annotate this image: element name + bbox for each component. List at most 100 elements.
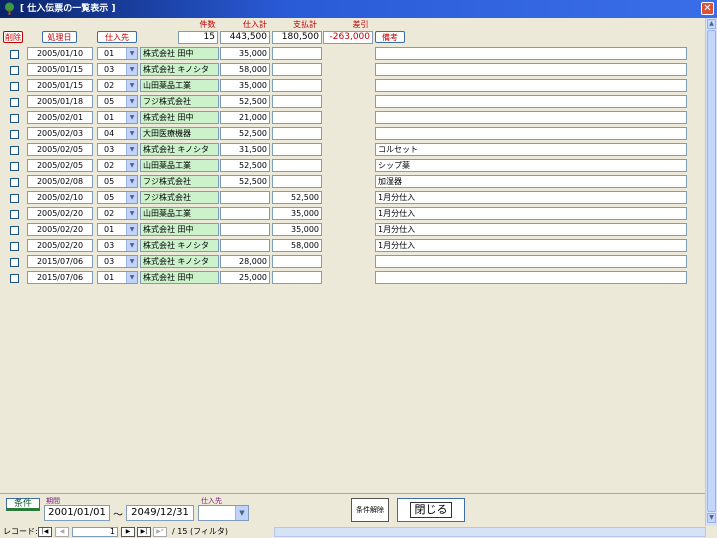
memo-field[interactable] — [375, 127, 687, 140]
memo-field[interactable] — [375, 63, 687, 76]
next-record-icon[interactable]: ▶ — [121, 527, 135, 537]
supplier-code-select[interactable]: 02 ▼ — [97, 159, 138, 172]
payment-amount-field[interactable]: 35,000 — [272, 223, 322, 236]
date-field[interactable]: 2005/02/05 — [27, 159, 93, 172]
purchase-amount-field[interactable]: 31,500 — [220, 143, 270, 156]
purchase-amount-field[interactable]: 58,000 — [220, 63, 270, 76]
scroll-up-icon[interactable]: ▲ — [707, 19, 716, 29]
supplier-code-select[interactable]: 02 ▼ — [97, 79, 138, 92]
date-field[interactable]: 2005/01/15 — [27, 79, 93, 92]
payment-amount-field[interactable] — [272, 127, 322, 140]
supplier-code-select[interactable]: 05 ▼ — [97, 175, 138, 188]
memo-field[interactable]: 1月分仕入 — [375, 239, 687, 252]
date-field[interactable]: 2015/07/06 — [27, 255, 93, 268]
supplier-code-select[interactable]: 01 ▼ — [97, 47, 138, 60]
chevron-down-icon[interactable]: ▼ — [126, 80, 137, 91]
close-window-button[interactable]: ✕ — [701, 2, 714, 15]
supplier-code-select[interactable]: 01 ▼ — [97, 271, 138, 284]
date-field[interactable]: 2005/02/20 — [27, 207, 93, 220]
date-field[interactable]: 2005/02/20 — [27, 223, 93, 236]
delete-checkbox[interactable] — [10, 274, 19, 283]
clear-filter-button[interactable]: 条件解除 — [351, 498, 389, 522]
delete-checkbox[interactable] — [10, 242, 19, 251]
chevron-down-icon[interactable]: ▼ — [126, 144, 137, 155]
vertical-scrollbar[interactable]: ▲ ▼ — [705, 18, 717, 526]
delete-checkbox[interactable] — [10, 258, 19, 267]
memo-field[interactable] — [375, 95, 687, 108]
payment-amount-field[interactable] — [272, 95, 322, 108]
purchase-amount-field[interactable]: 52,500 — [220, 95, 270, 108]
chevron-down-icon[interactable]: ▼ — [126, 192, 137, 203]
payment-amount-field[interactable] — [272, 143, 322, 156]
payment-amount-field[interactable] — [272, 63, 322, 76]
memo-field[interactable]: 1月分仕入 — [375, 223, 687, 236]
purchase-amount-field[interactable]: 52,500 — [220, 127, 270, 140]
purchase-amount-field[interactable] — [220, 223, 270, 236]
payment-amount-field[interactable] — [272, 79, 322, 92]
delete-checkbox[interactable] — [10, 146, 19, 155]
sort-date-button[interactable]: 処理日 — [42, 31, 77, 43]
scroll-thumb[interactable] — [707, 30, 716, 512]
delete-checkbox[interactable] — [10, 194, 19, 203]
supplier-code-select[interactable]: 05 ▼ — [97, 95, 138, 108]
scroll-down-icon[interactable]: ▼ — [707, 513, 716, 523]
purchase-amount-field[interactable]: 35,000 — [220, 79, 270, 92]
delete-checkbox[interactable] — [10, 162, 19, 171]
chevron-down-icon[interactable]: ▼ — [126, 96, 137, 107]
date-field[interactable]: 2005/02/10 — [27, 191, 93, 204]
chevron-down-icon[interactable]: ▼ — [126, 176, 137, 187]
purchase-amount-field[interactable]: 52,500 — [220, 159, 270, 172]
chevron-down-icon[interactable]: ▼ — [126, 224, 137, 235]
delete-checkbox[interactable] — [10, 98, 19, 107]
horizontal-scrollbar[interactable] — [274, 527, 706, 537]
sort-supplier-button[interactable]: 仕入先 — [97, 31, 137, 43]
payment-amount-field[interactable] — [272, 47, 322, 60]
condition-button[interactable]: 条件 — [6, 498, 40, 511]
date-field[interactable]: 2005/02/20 — [27, 239, 93, 252]
purchase-amount-field[interactable] — [220, 207, 270, 220]
date-field[interactable]: 2005/02/01 — [27, 111, 93, 124]
record-number-input[interactable]: 1 — [72, 527, 118, 537]
payment-amount-field[interactable]: 52,500 — [272, 191, 322, 204]
payment-amount-field[interactable]: 35,000 — [272, 207, 322, 220]
chevron-down-icon[interactable]: ▼ — [235, 506, 248, 520]
first-record-icon[interactable]: |◀ — [38, 527, 52, 537]
chevron-down-icon[interactable]: ▼ — [126, 208, 137, 219]
prev-record-icon[interactable]: ◀ — [55, 527, 69, 537]
chevron-down-icon[interactable]: ▼ — [126, 48, 137, 59]
last-record-icon[interactable]: ▶| — [137, 527, 151, 537]
memo-button[interactable]: 備考 — [375, 31, 405, 43]
purchase-amount-field[interactable] — [220, 239, 270, 252]
close-form-button[interactable]: 閉じる — [397, 498, 465, 522]
memo-field[interactable]: 1月分仕入 — [375, 207, 687, 220]
delete-checkbox[interactable] — [10, 226, 19, 235]
supplier-code-select[interactable]: 03 ▼ — [97, 63, 138, 76]
memo-field[interactable]: 加湿器 — [375, 175, 687, 188]
supplier-code-select[interactable]: 03 ▼ — [97, 255, 138, 268]
supplier-code-select[interactable]: 05 ▼ — [97, 191, 138, 204]
chevron-down-icon[interactable]: ▼ — [126, 160, 137, 171]
delete-checkbox[interactable] — [10, 50, 19, 59]
chevron-down-icon[interactable]: ▼ — [126, 256, 137, 267]
payment-amount-field[interactable] — [272, 111, 322, 124]
chevron-down-icon[interactable]: ▼ — [126, 272, 137, 283]
new-record-icon[interactable]: ▶* — [153, 527, 167, 537]
delete-checkbox[interactable] — [10, 66, 19, 75]
memo-field[interactable]: シップ薬 — [375, 159, 687, 172]
date-field[interactable]: 2005/02/03 — [27, 127, 93, 140]
payment-amount-field[interactable] — [272, 271, 322, 284]
date-field[interactable]: 2005/02/08 — [27, 175, 93, 188]
memo-field[interactable] — [375, 255, 687, 268]
payment-amount-field[interactable] — [272, 255, 322, 268]
supplier-code-select[interactable]: 01 ▼ — [97, 111, 138, 124]
supplier-code-select[interactable]: 03 ▼ — [97, 143, 138, 156]
delete-checkbox[interactable] — [10, 82, 19, 91]
delete-checkbox[interactable] — [10, 130, 19, 139]
supplier-code-select[interactable]: 02 ▼ — [97, 207, 138, 220]
delete-checkbox[interactable] — [10, 178, 19, 187]
date-field[interactable]: 2005/01/10 — [27, 47, 93, 60]
purchase-amount-field[interactable]: 35,000 — [220, 47, 270, 60]
memo-field[interactable] — [375, 111, 687, 124]
chevron-down-icon[interactable]: ▼ — [126, 112, 137, 123]
memo-field[interactable] — [375, 79, 687, 92]
